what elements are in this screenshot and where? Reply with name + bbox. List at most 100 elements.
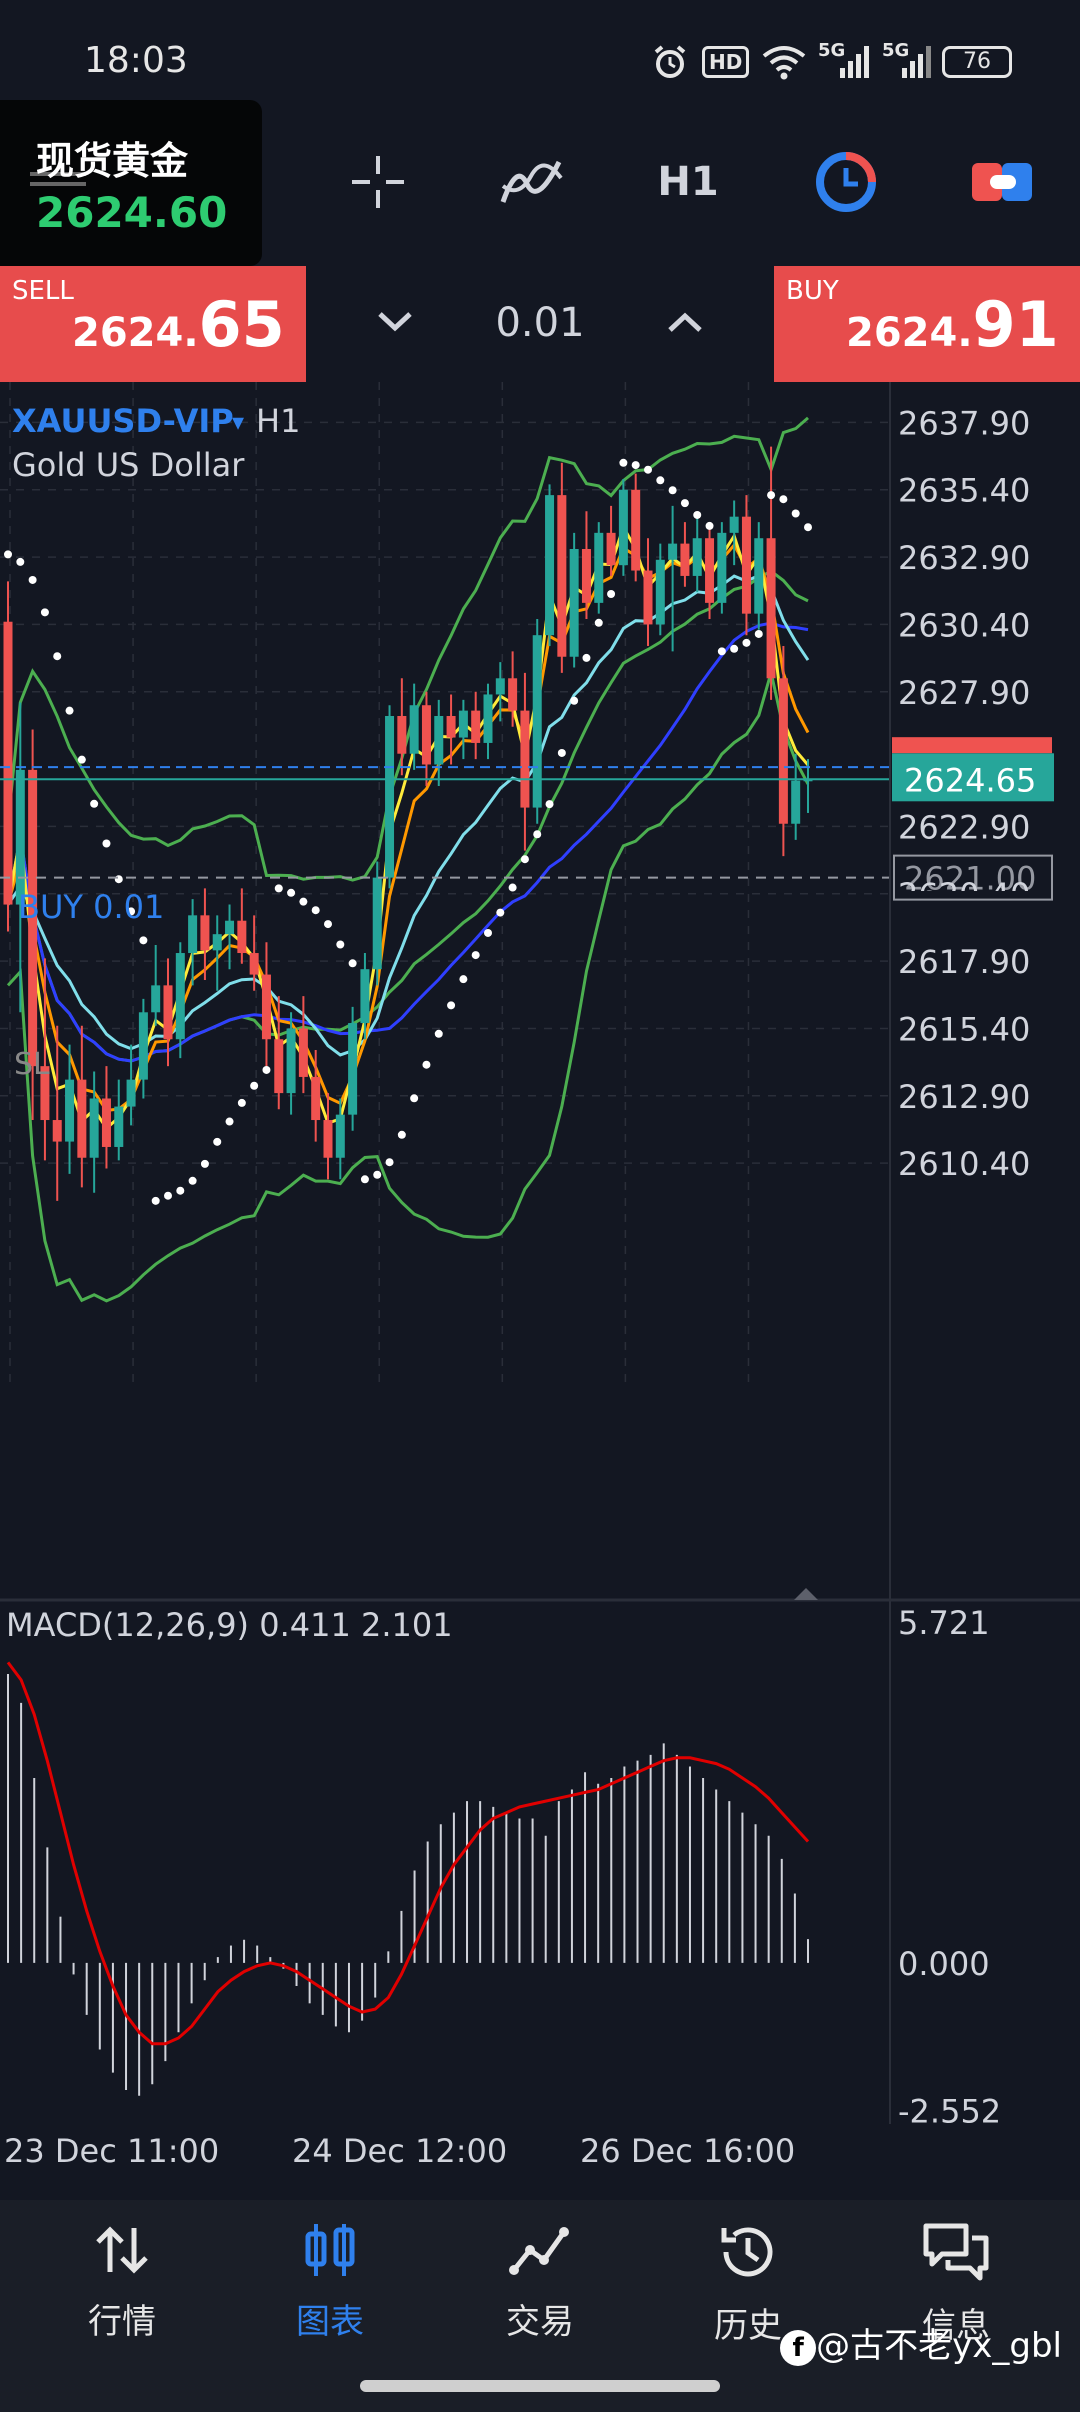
candle-body (471, 710, 481, 743)
lot-size[interactable]: 0.01 (470, 300, 610, 346)
nav-trade[interactable]: 交易 (450, 2220, 630, 2360)
candle-body (643, 570, 653, 625)
sell-button[interactable]: SELL 2624.65 (0, 266, 306, 382)
candle-body (791, 780, 801, 824)
buy-price-big: 91 (972, 288, 1059, 361)
crosshair-button[interactable] (338, 142, 418, 222)
nav-label-chart: 图表 (296, 2302, 364, 2342)
candle-body (421, 705, 431, 765)
price-tick-label: 2637.90 (898, 404, 1030, 442)
candle-body (212, 934, 222, 951)
sar-dot (262, 1065, 271, 1074)
candle-body (409, 705, 419, 754)
time-tick-label: 23 Dec 11:00 (4, 2132, 219, 2170)
sar-dot (459, 975, 468, 984)
candle-body (483, 694, 493, 743)
sar-dot (225, 1117, 234, 1126)
candle-body (175, 953, 185, 1040)
history-icon (721, 2227, 773, 2277)
candle-body (323, 1120, 333, 1158)
sar-dot (791, 509, 800, 518)
sar-dot (250, 1081, 259, 1090)
macd-tick-label: -2.552 (898, 2092, 1001, 2130)
candle-body (557, 495, 567, 657)
sar-dot (422, 1060, 431, 1069)
sar-dot (705, 521, 714, 530)
sar-dot (4, 550, 12, 559)
indicators-button[interactable] (492, 142, 572, 222)
candle-body (89, 1098, 99, 1158)
buy-price-main: 2624. (846, 310, 973, 356)
sar-dot (717, 647, 726, 656)
candle-body (754, 538, 764, 614)
candle-body (286, 1028, 296, 1094)
sar-dot (28, 575, 37, 584)
sar-dot (496, 908, 505, 917)
nav-label-quotes: 行情 (88, 2302, 156, 2342)
sar-dot (693, 510, 702, 519)
home-indicator[interactable] (360, 2380, 720, 2392)
status-bar: 18:03 HD 5G 5G 76 (0, 0, 1080, 110)
lot-decrease-button[interactable] (360, 292, 430, 352)
nav-label-trade: 交易 (506, 2302, 574, 2342)
sar-dot (287, 888, 296, 897)
trade-bar: SELL 2624.65 0.01 BUY 2624.91 (0, 266, 1080, 382)
buy-button[interactable]: BUY 2624.91 (774, 266, 1080, 382)
macd-tick-label: 0.000 (898, 1945, 990, 1983)
candle-body (188, 915, 198, 954)
sar-dot (668, 486, 677, 495)
candle-body (495, 678, 505, 695)
symbol-name: 现货黄金 (36, 139, 189, 183)
candle-body (151, 985, 161, 1013)
stop-loss-label[interactable]: SL (14, 1047, 50, 1082)
price-tick-label: 2615.40 (898, 1010, 1030, 1048)
candle-body (446, 716, 456, 738)
candle-body (249, 953, 259, 975)
sar-dot (348, 959, 357, 968)
nav-chart[interactable]: 图表 (240, 2220, 420, 2360)
candle-body (705, 538, 715, 603)
price-tick-label: 2630.40 (898, 606, 1030, 644)
chart-timeframe: H1 (256, 402, 300, 440)
candle-body (3, 621, 13, 905)
sar-dot (644, 465, 652, 474)
sar-dot (102, 839, 111, 848)
sar-dot (804, 523, 812, 532)
candle-body (668, 543, 678, 560)
sar-dot (213, 1137, 222, 1146)
sar-dot (471, 951, 480, 960)
sar-dot (397, 1130, 406, 1139)
nav-quotes[interactable]: 行情 (32, 2220, 212, 2360)
sar-dot (360, 1175, 369, 1184)
candle-body (52, 1120, 62, 1142)
position-label[interactable]: BUY 0.01 (18, 888, 164, 926)
candle-body (545, 495, 555, 636)
symbol-card[interactable]: 现货黄金 2624.60 (0, 100, 262, 266)
sar-dot (274, 884, 283, 893)
candle-body (741, 516, 751, 614)
candle-body (261, 974, 271, 1040)
chart-time-button[interactable] (806, 142, 886, 222)
trend-line-icon (509, 2227, 569, 2275)
macd-label: MACD(12,26,9) 0.411 2.101 (6, 1606, 453, 1644)
lot-increase-button[interactable] (650, 292, 720, 352)
symbol-dropdown-icon[interactable]: ▾ (232, 408, 244, 436)
chat-icon (923, 2223, 989, 2281)
candle-body (274, 1039, 284, 1094)
sar-dot (237, 1098, 246, 1107)
sar-dot (484, 928, 492, 937)
buy-price: 2624.91 (846, 288, 1059, 361)
one-click-toggle[interactable] (962, 142, 1042, 222)
candle-body (692, 538, 702, 576)
candle-body (163, 985, 173, 1040)
candle-body (225, 920, 235, 935)
price-chart[interactable]: 2624.652621.002620.40 2637.902635.402632… (0, 382, 1080, 2200)
price-tick-label: 2627.90 (898, 674, 1030, 712)
candle-body (114, 1106, 124, 1147)
candle-body (508, 678, 518, 711)
timeframe-button[interactable]: H1 (648, 142, 728, 222)
candle-body (569, 549, 579, 657)
sar-dot (594, 618, 603, 627)
chart-symbol[interactable]: XAUUSD-VIP (12, 402, 234, 440)
status-time: 18:03 (84, 40, 188, 81)
